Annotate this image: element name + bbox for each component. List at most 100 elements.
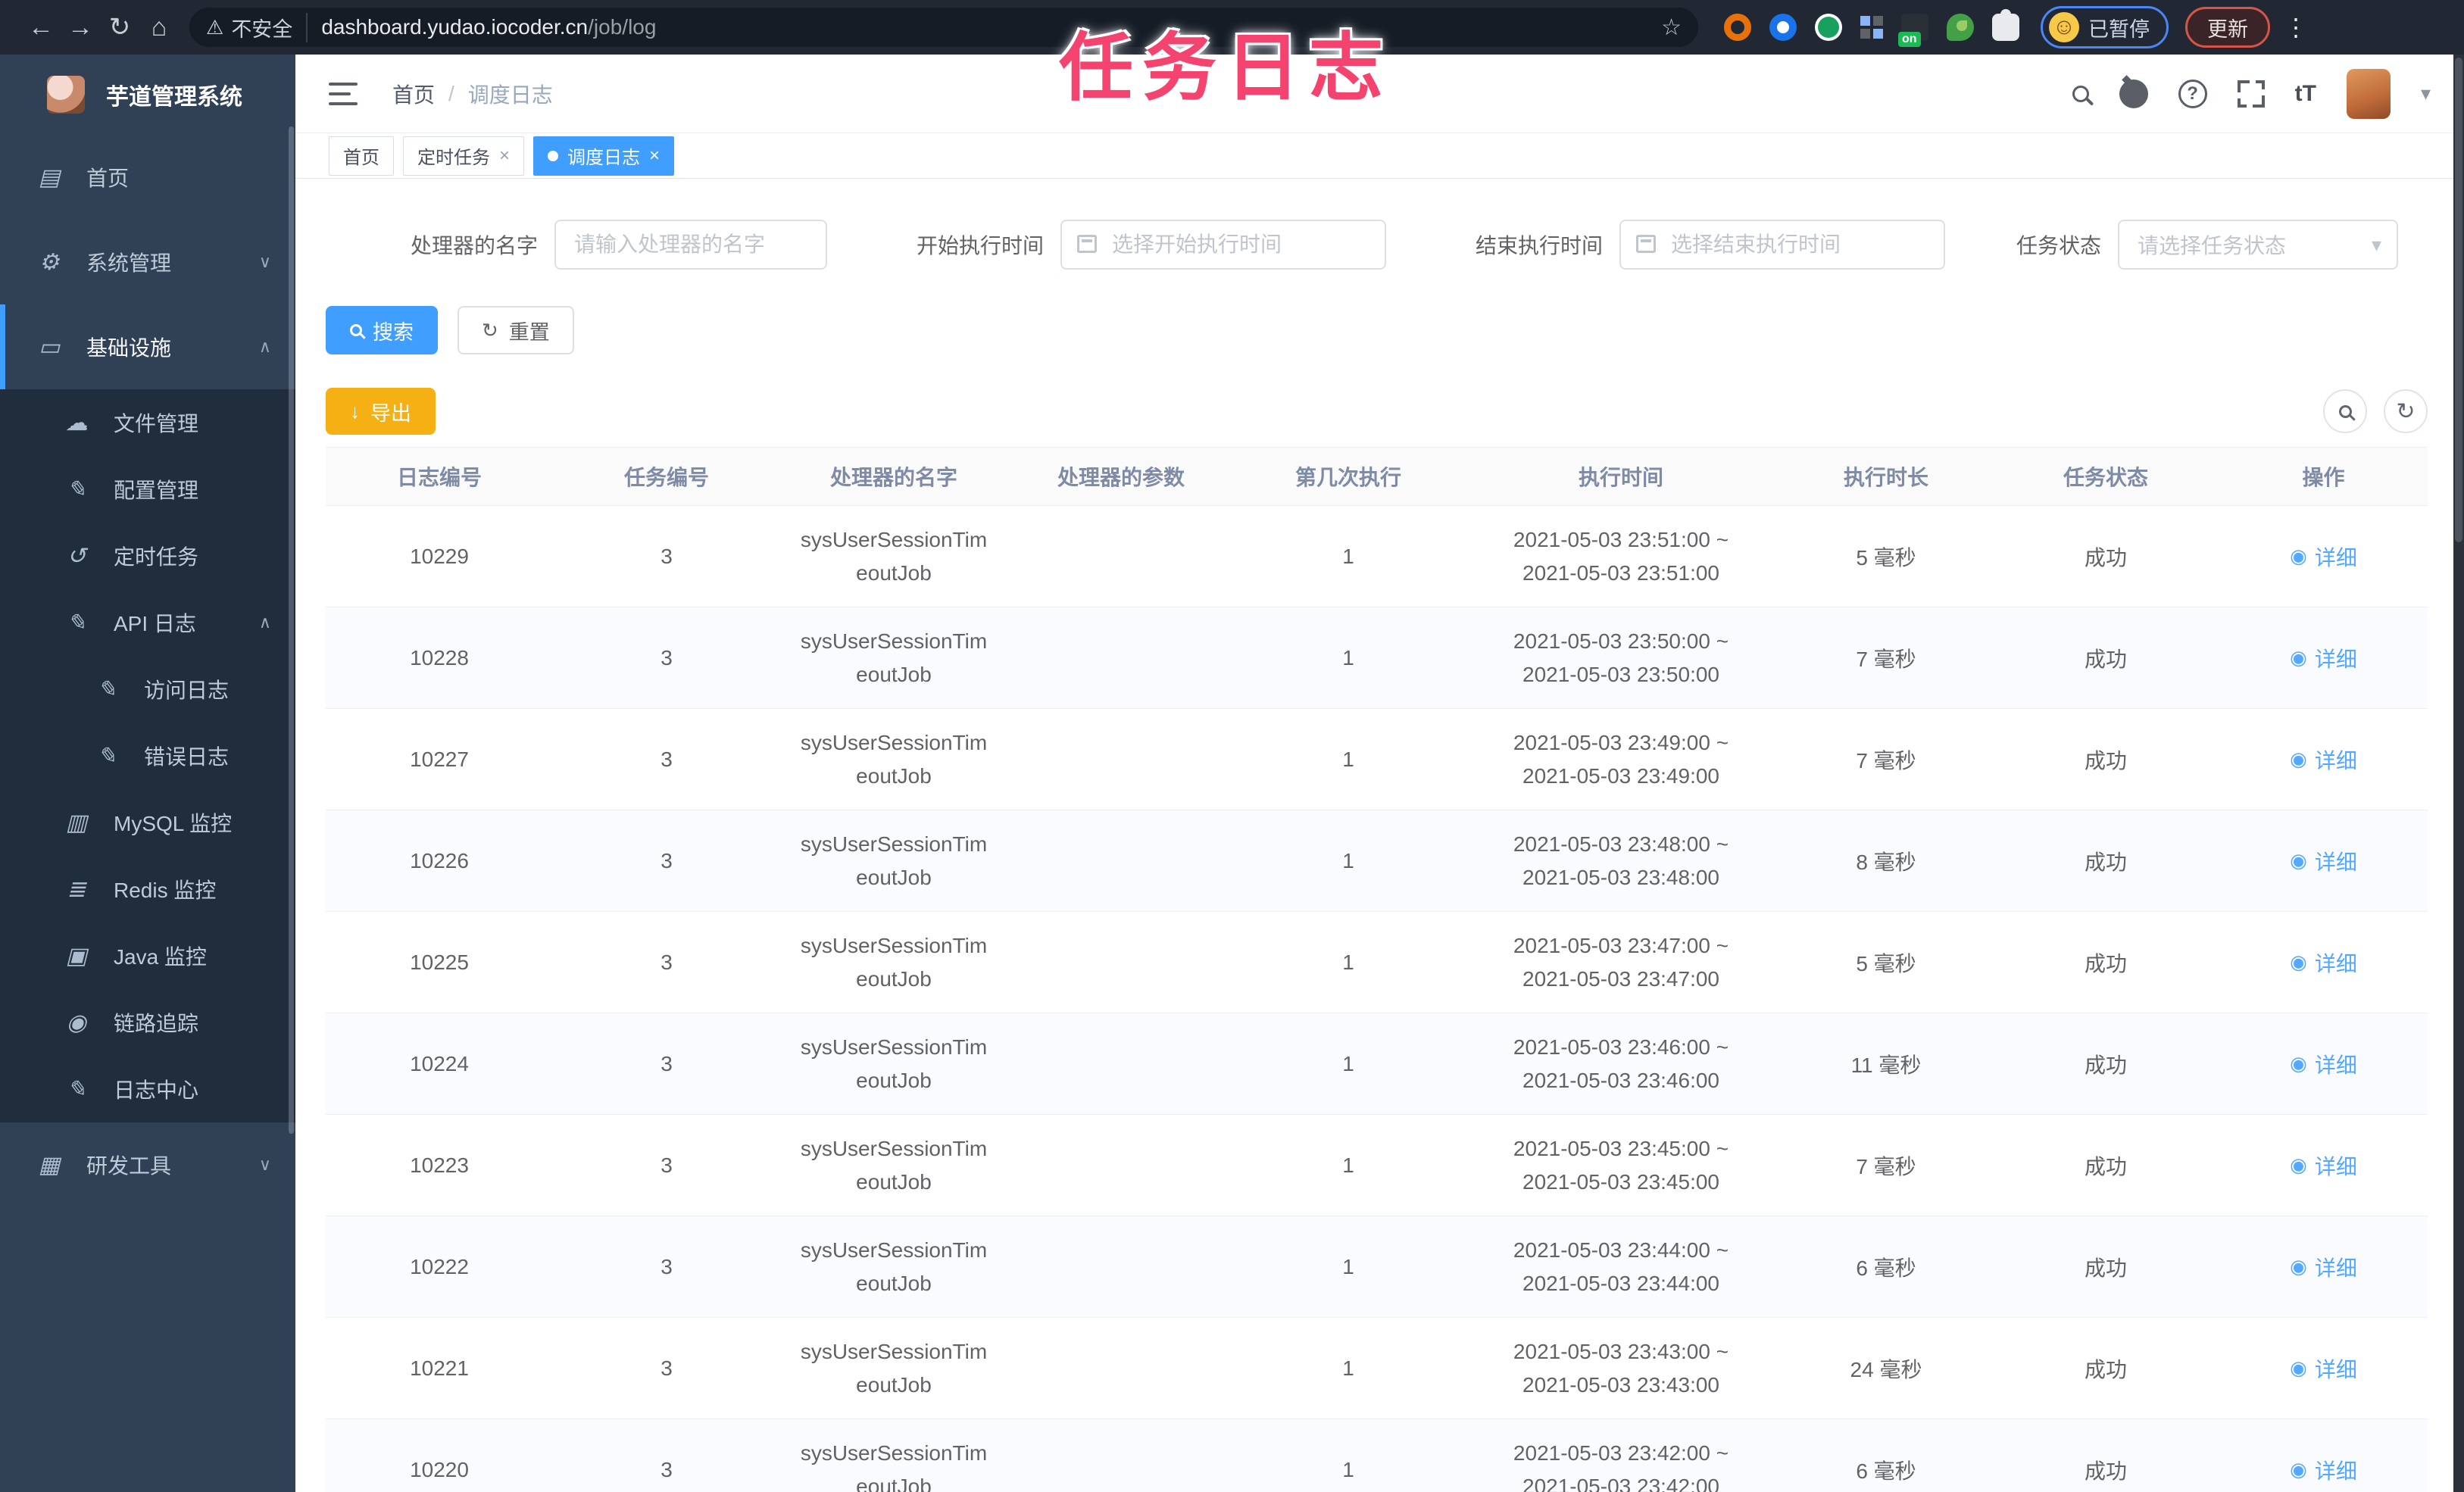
font-size-icon[interactable]: tT xyxy=(2295,81,2316,107)
profile-status-label: 已暂停 xyxy=(2088,17,2150,41)
job-status-select[interactable]: 请选择任务状态 ▾ xyxy=(2118,220,2398,270)
detail-link[interactable]: ◉ 详细 xyxy=(2290,1455,2357,1485)
search-button[interactable]: 搜索 xyxy=(326,306,438,354)
handler-name-line1: sysUserSessionTim xyxy=(800,832,988,856)
sidebar-item-java-monitor[interactable]: ▣ Java 监控 xyxy=(0,922,295,989)
column-header-handler-name: 处理器的名字 xyxy=(829,466,957,489)
cell-job-id: 3 xyxy=(661,1254,673,1278)
extension-leaf-icon[interactable] xyxy=(1947,14,1974,41)
sidebar-item-home[interactable]: ▤ 首页 xyxy=(0,135,295,220)
page-scrollbar-thumb[interactable] xyxy=(2455,58,2462,542)
help-icon[interactable]: ? xyxy=(2178,79,2207,108)
sidebar-item-system-management[interactable]: ⚙ 系统管理 ∨ xyxy=(0,220,295,304)
extension-location-icon[interactable] xyxy=(1769,14,1797,41)
eye-icon: ◉ xyxy=(2290,1153,2307,1176)
tab-label: 定时任务 xyxy=(417,148,490,168)
cell-execute-time: 2021-05-03 23:50:00 ~ 2021-05-03 23:50:0… xyxy=(1462,625,1780,691)
browser-back-button[interactable]: ← xyxy=(21,8,61,47)
execute-time-end: 2021-05-03 23:51:00 xyxy=(1522,560,1719,585)
sidebar-item-access-log[interactable]: ✎ 访问日志 xyxy=(0,656,295,723)
tab-job-log-active[interactable]: 调度日志 × xyxy=(533,136,675,176)
browser-forward-button[interactable]: → xyxy=(61,8,100,47)
sidebar-toggle-icon[interactable] xyxy=(329,82,358,105)
eye-icon: ◉ xyxy=(2290,950,2307,973)
extensions-puzzle-icon[interactable] xyxy=(1992,9,2019,41)
detail-link[interactable]: ◉ 详细 xyxy=(2290,1150,2357,1181)
page-scrollbar[interactable] xyxy=(2453,55,2464,1492)
detail-link[interactable]: ◉ 详细 xyxy=(2290,744,2357,775)
user-avatar[interactable] xyxy=(2346,68,2391,119)
user-menu-caret-icon[interactable]: ▾ xyxy=(2421,82,2431,105)
close-icon[interactable]: × xyxy=(499,145,510,167)
sidebar-item-error-log[interactable]: ✎ 错误日志 xyxy=(0,723,295,789)
sidebar-item-mysql-monitor[interactable]: ▥ MySQL 监控 xyxy=(0,789,295,856)
toggle-search-button[interactable] xyxy=(2323,389,2367,433)
detail-link[interactable]: ◉ 详细 xyxy=(2290,1049,2357,1079)
eye-icon: ◉ xyxy=(2290,748,2307,770)
detail-link[interactable]: ◉ 详细 xyxy=(2290,1252,2357,1282)
eye-icon: ◉ xyxy=(2290,646,2307,669)
breadcrumb-home[interactable]: 首页 xyxy=(392,79,435,109)
browser-profile-chip[interactable]: ☺ 已暂停 xyxy=(2041,6,2169,48)
tab-home[interactable]: 首页 xyxy=(329,136,394,176)
export-button[interactable]: ↓ 导出 xyxy=(326,388,436,435)
browser-update-button[interactable]: 更新 xyxy=(2185,7,2270,48)
search-button-label: 搜索 xyxy=(373,320,414,344)
gear-icon: ⚙ xyxy=(39,249,60,275)
sidebar-item-trace[interactable]: ◉ 链路追踪 xyxy=(0,989,295,1056)
start-time-picker[interactable] xyxy=(1060,220,1386,270)
sidebar-scrollbar[interactable] xyxy=(289,126,294,1134)
detail-link[interactable]: ◉ 详细 xyxy=(2290,542,2357,572)
end-time-input[interactable] xyxy=(1619,220,1945,270)
detail-link[interactable]: ◉ 详细 xyxy=(2290,947,2357,978)
close-icon[interactable]: × xyxy=(649,145,660,167)
extension-switch-icon[interactable]: on xyxy=(1898,14,1928,47)
tab-label: 首页 xyxy=(343,148,379,168)
sidebar-item-redis-monitor[interactable]: ≣ Redis 监控 xyxy=(0,856,295,922)
handler-name-line2: eoutJob xyxy=(856,1474,932,1492)
refresh-table-button[interactable]: ↻ xyxy=(2384,389,2428,433)
browser-home-button[interactable]: ⌂ xyxy=(139,8,179,47)
export-button-label: 导出 xyxy=(370,401,411,425)
fullscreen-icon[interactable] xyxy=(2237,80,2265,108)
sidebar-item-file-management[interactable]: ☁ 文件管理 xyxy=(0,389,295,456)
eye-icon: ◉ xyxy=(2290,1255,2307,1278)
security-label[interactable]: 不安全 xyxy=(231,12,308,42)
detail-link[interactable]: ◉ 详细 xyxy=(2290,846,2357,876)
github-icon[interactable] xyxy=(2119,79,2148,108)
search-icon[interactable] xyxy=(2072,85,2089,102)
tab-scheduled-jobs[interactable]: 定时任务 × xyxy=(403,136,525,176)
address-bar[interactable]: ⚠ 不安全 dashboard.yudao.iocoder.cn/job/log… xyxy=(189,8,1698,47)
sidebar-item-infrastructure[interactable]: ▭ 基础设施 ∧ xyxy=(0,304,295,389)
cell-job-id: 3 xyxy=(661,1153,673,1177)
sidebar-item-dev-tools[interactable]: ▦ 研发工具 ∨ xyxy=(0,1122,295,1207)
cell-execute-index: 1 xyxy=(1342,747,1354,771)
detail-link[interactable]: ◉ 详细 xyxy=(2290,1353,2357,1384)
handler-name-line1: sysUserSessionTim xyxy=(800,1238,988,1262)
sidebar-item-api-log[interactable]: ✎ API 日志 ∧ xyxy=(0,589,295,656)
tab-label: 调度日志 xyxy=(567,148,641,168)
monitor-icon: ▭ xyxy=(38,334,61,360)
extension-grid-icon[interactable] xyxy=(1860,16,1883,39)
cell-handler-name: sysUserSessionTim eoutJob xyxy=(780,1031,1007,1097)
start-time-input[interactable] xyxy=(1060,220,1386,270)
cell-duration: 6 毫秒 xyxy=(1856,1459,1916,1483)
sidebar-item-scheduled-jobs[interactable]: ↺ 定时任务 xyxy=(0,523,295,589)
extension-green-check-icon[interactable] xyxy=(1815,14,1842,41)
bookmark-star-icon[interactable]: ☆ xyxy=(1661,14,1682,41)
cell-status: 成功 xyxy=(2084,545,2127,570)
app-logo-row[interactable]: 芋道管理系统 xyxy=(0,55,295,135)
browser-reload-button[interactable]: ↻ xyxy=(100,8,139,47)
sidebar-item-config-management[interactable]: ✎ 配置管理 xyxy=(0,456,295,523)
reset-button[interactable]: ↻ 重置 xyxy=(458,306,574,354)
sidebar-item-label: 配置管理 xyxy=(114,479,199,502)
sidebar-item-log-center[interactable]: ✎ 日志中心 xyxy=(0,1056,295,1122)
end-time-picker[interactable] xyxy=(1619,220,1945,270)
handler-name-input[interactable] xyxy=(554,220,827,270)
column-header-duration: 执行时长 xyxy=(1843,466,1928,489)
extension-orange-icon[interactable] xyxy=(1724,14,1751,41)
cell-actions: ◉ 详细 xyxy=(2219,542,2428,572)
cell-handler-name: sysUserSessionTim eoutJob xyxy=(780,726,1007,793)
browser-menu-icon[interactable]: ⋮ xyxy=(2284,13,2308,42)
detail-link[interactable]: ◉ 详细 xyxy=(2290,643,2357,673)
